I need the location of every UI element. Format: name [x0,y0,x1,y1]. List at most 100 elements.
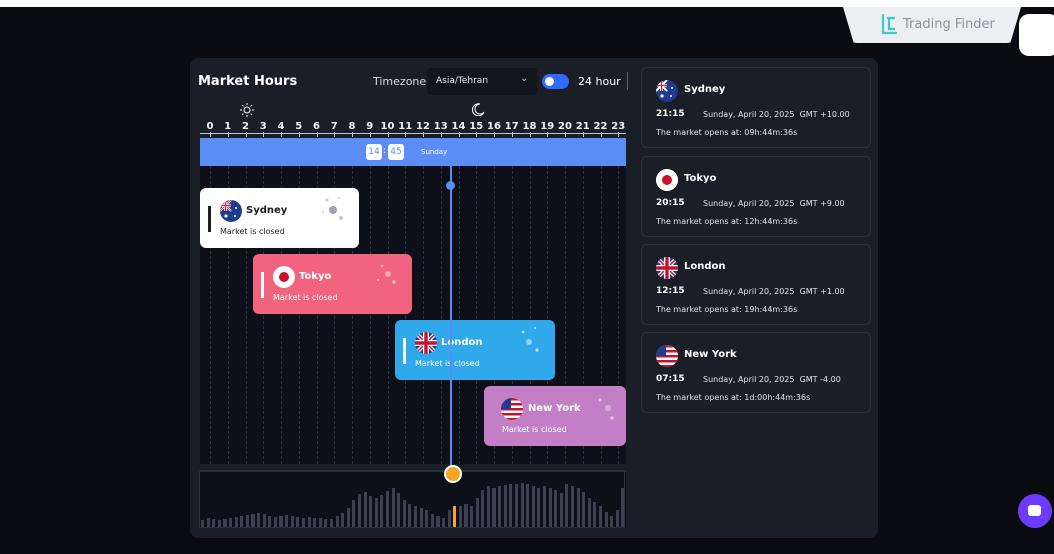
hour-label: 11 [398,121,413,132]
header-divider [627,72,628,90]
hour-tick [316,132,318,137]
australia-flag-icon [656,80,678,102]
current-day-label: Sunday [421,148,448,156]
session-status: Market is closed [415,359,480,368]
clock-separator: : [383,146,387,156]
session-accent-bar [403,338,406,364]
session-new-york[interactable]: New York Market is closed [484,386,626,446]
24-hour-label: 24 hour [578,75,621,88]
session-name: Sydney [246,205,288,216]
hour-label: 23 [611,121,626,132]
brand-name[interactable]: Trading Finder [903,17,995,32]
session-accent-bar [208,206,211,232]
usa-flag-icon [656,345,678,367]
hour-label: 14 [451,121,466,132]
uk-flag-icon [415,332,437,354]
current-time-dot [446,181,455,190]
hour-tick [423,132,424,137]
japan-flag-icon [656,169,678,191]
session-london[interactable]: London Market is closed [395,320,555,380]
card-local-time: 21:15 [656,109,685,119]
market-card-london[interactable]: London 12:15 Sunday, April 20, 2025 GMT … [641,244,871,325]
hour-tick [263,132,265,137]
hour-label: 7 [330,121,338,132]
toggle-knob[interactable] [545,77,554,86]
hour-label: 0 [206,121,214,132]
card-market-name: Sydney [684,84,726,95]
hour-tick [582,132,584,137]
hour-tick [281,132,282,137]
hour-tick [298,132,300,137]
hour-tick [334,132,336,137]
hour-label: 18 [522,121,537,132]
market-card-tokyo[interactable]: Tokyo 20:15 Sunday, April 20, 2025 GMT +… [641,156,871,237]
current-time-line [450,166,452,474]
japan-flag-icon [273,266,295,288]
hour-tick [565,132,566,137]
session-status: Market is closed [273,293,338,302]
hour-grid-line [440,166,442,464]
card-date: Sunday, April 20, 2025 GMT +10.00 [703,110,850,119]
hour-label: 1 [224,121,232,132]
card-local-time: 20:15 [656,198,685,208]
session-status: Market is closed [502,425,567,434]
timeline-scrubber-handle[interactable] [444,465,462,483]
sun-icon [240,103,254,117]
hour-label: 21 [575,121,590,132]
hour-grid-line [423,166,424,464]
card-date: Sunday, April 20, 2025 GMT -4.00 [703,375,841,384]
card-opens-countdown: The market opens at: 19h:44m:36s [656,305,798,314]
hour-label: 15 [469,121,484,132]
current-hour-box: 14 [366,144,382,160]
hour-tick [458,132,460,137]
page-title: Market Hours [198,74,298,89]
current-minute-box: 45 [388,144,404,160]
hour-tick [352,132,353,137]
hour-label: 5 [295,121,303,132]
hour-tick [600,132,602,137]
moon-icon [472,103,485,116]
market-card-new-york[interactable]: New York 07:15 Sunday, April 20, 2025 GM… [641,332,871,413]
top-strip [0,0,1054,7]
hour-grid-line [476,166,478,464]
chevron-down-icon[interactable]: ⌄ [520,73,528,84]
uk-flag-icon [656,257,678,279]
volume-frame [199,471,625,528]
card-date: Sunday, April 20, 2025 GMT +9.00 [703,199,845,208]
hour-label: 2 [242,121,249,132]
decorative-dots [377,264,396,284]
hour-label: 13 [433,121,448,132]
timeline-scrubber-track[interactable] [200,470,626,472]
hour-tick [210,132,211,137]
card-market-name: New York [684,349,737,360]
hour-label: 20 [558,121,572,132]
session-accent-bar [261,272,264,298]
hour-tick [387,132,389,137]
hour-label: 4 [277,121,285,132]
hour-label: 16 [487,121,501,132]
decorative-dots [521,327,539,352]
decorative-dots [322,197,343,220]
card-market-name: Tokyo [684,173,717,184]
timezone-label: Timezone: [373,75,430,88]
australia-flag-icon [220,200,242,222]
hour-tick [494,132,495,137]
usa-flag-icon [501,398,523,420]
hour-tick [547,132,549,137]
card-opens-countdown: The market opens at: 1d:00h:44m:36s [656,393,811,402]
timezone-value[interactable]: Asia/Tehran [436,76,488,86]
hour-label: 17 [504,121,519,132]
hour-label: 12 [416,121,430,132]
hour-grid-line [405,166,407,464]
market-card-sydney[interactable]: Sydney 21:15 Sunday, April 20, 2025 GMT … [641,67,871,148]
hour-label: 6 [313,121,320,132]
session-sydney[interactable]: Sydney Market is closed [200,188,359,248]
chat-bubble-icon[interactable] [1028,505,1041,516]
card-opens-countdown: The market opens at: 12h:44m:36s [656,217,798,226]
hour-grid-line [458,166,460,464]
hour-label: 22 [593,121,608,132]
session-tokyo[interactable]: Tokyo Market is closed [253,254,412,314]
corner-button[interactable] [1019,14,1054,56]
session-status: Market is closed [220,227,285,236]
session-name: London [441,337,483,348]
